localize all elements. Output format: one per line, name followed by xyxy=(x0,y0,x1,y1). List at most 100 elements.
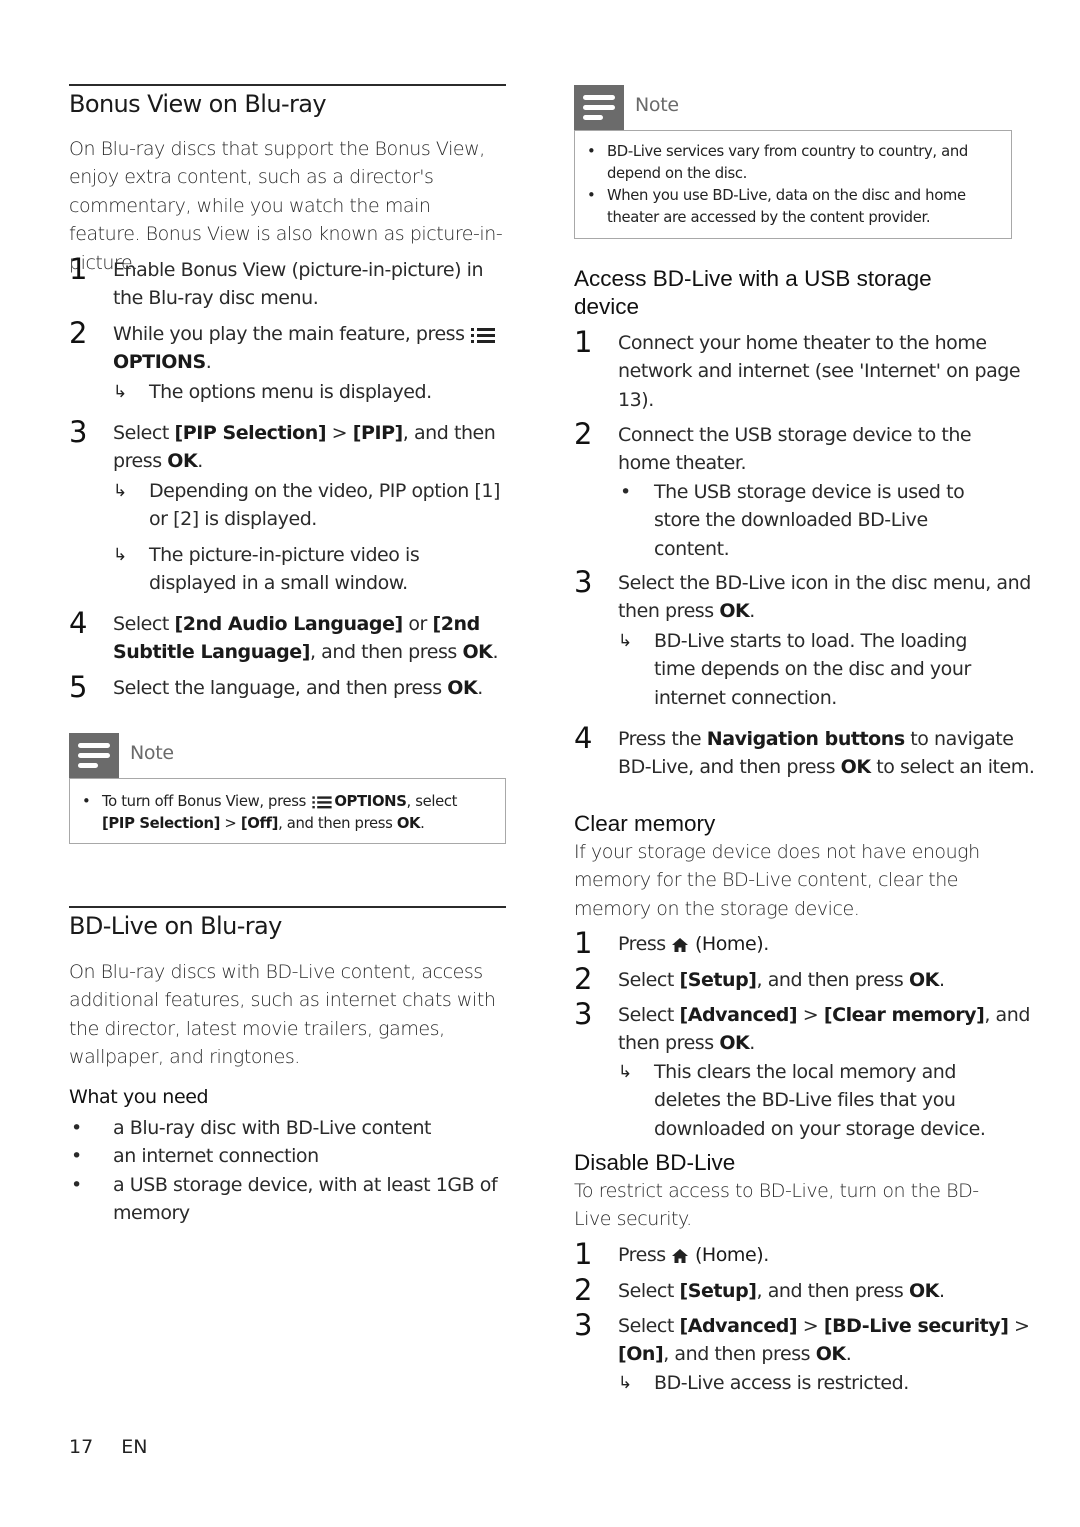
step-text: to select an item. xyxy=(876,756,1035,779)
result-arrow-icon: ↳ xyxy=(618,630,632,651)
step-text: While you play the main feature, press xyxy=(113,323,465,345)
ok-label: OK xyxy=(167,450,198,473)
bonus-step-4: 4 Select [2nd Audio Language] or [2nd Su… xyxy=(69,606,513,667)
page-footer: 17 EN xyxy=(69,1436,169,1458)
step-number: 2 xyxy=(69,316,88,350)
step-text: , and then press xyxy=(756,969,904,991)
bullet: • xyxy=(71,1173,82,1196)
note-item: • When you use BD-Live, data on the disc … xyxy=(587,185,997,229)
step-text: Select xyxy=(618,969,674,991)
punct: . xyxy=(477,677,483,699)
need-text: a Blu-ray disc with BD-Live content xyxy=(113,1117,432,1139)
clear-step-2: 2 Select [Setup], and then press OK. xyxy=(574,962,1038,996)
bd-live-note: Note • BD-Live services vary from country… xyxy=(574,85,1012,239)
step-number: 1 xyxy=(574,325,593,359)
note-header: Note xyxy=(574,85,1012,130)
note-text: When you use BD-Live, data on the disc a… xyxy=(607,187,966,226)
step-number: 2 xyxy=(574,962,593,996)
bullet: • xyxy=(620,480,631,503)
punct: . xyxy=(749,1032,755,1055)
note-label: Note xyxy=(130,742,174,764)
bullet: • xyxy=(587,187,596,204)
options-label: OPTIONS xyxy=(113,351,206,374)
note-text: To turn off Bonus View, press xyxy=(102,793,306,810)
menu-advanced: [Advanced] xyxy=(679,1004,798,1026)
note-label: Note xyxy=(635,94,679,116)
step-text: Connect the USB storage device to the ho… xyxy=(618,424,972,475)
step-number: 1 xyxy=(574,1237,593,1271)
note-text: , and then press xyxy=(278,815,393,832)
step-number: 1 xyxy=(574,926,593,960)
section-rule xyxy=(69,84,506,86)
options-icon xyxy=(312,796,332,809)
result-arrow-icon: ↳ xyxy=(113,480,127,501)
separator: > xyxy=(802,1004,819,1026)
need-text: an internet connection xyxy=(113,1145,319,1168)
ok-label: OK xyxy=(719,1032,750,1055)
step-result: ↳ BD-Live access is restricted. xyxy=(618,1369,1056,1397)
ok-label: OK xyxy=(815,1343,846,1366)
menu-pip-selection: [PIP Selection] xyxy=(174,422,327,444)
menu-pip-selection: [PIP Selection] xyxy=(102,815,221,832)
step-number: 3 xyxy=(69,415,88,449)
step-result: ↳ BD-Live starts to load. The loading ti… xyxy=(618,627,999,712)
punct: . xyxy=(420,815,425,832)
bonus-step-2: 2 While you play the main feature, press… xyxy=(69,316,513,406)
menu-2nd-audio: [2nd Audio Language] xyxy=(174,613,404,635)
menu-pip: [PIP] xyxy=(352,422,403,444)
page-language: EN xyxy=(121,1436,148,1458)
punct: . xyxy=(763,933,769,955)
step-text: Select xyxy=(618,1004,674,1026)
ok-label: OK xyxy=(908,969,939,991)
step-bullet: • The USB storage device is used to stor… xyxy=(618,478,974,563)
clear-step-3: 3 Select [Advanced] > [Clear memory], an… xyxy=(574,997,1056,1143)
usb-step-3: 3 Select the BD-Live icon in the disc me… xyxy=(574,565,1038,712)
separator: > xyxy=(331,422,348,444)
step-text: , and then press xyxy=(309,641,457,664)
need-text: a USB storage device, with at least 1GB … xyxy=(113,1173,498,1225)
bonus-step-1: 1 Enable Bonus View (picture-in-picture)… xyxy=(69,252,513,313)
needs-list: • a Blu-ray disc with BD-Live content • an… xyxy=(69,1114,506,1228)
bullet-text: The USB storage device is used to store … xyxy=(654,480,965,560)
step-text: Enable Bonus View (picture-in-picture) i… xyxy=(113,259,484,310)
note-icon xyxy=(69,733,119,778)
step-number: 5 xyxy=(69,670,88,704)
punct: . xyxy=(749,600,755,623)
punct: . xyxy=(938,1280,945,1302)
punct: . xyxy=(492,641,499,664)
clear-step-1: 1 Press (Home). xyxy=(574,926,1038,960)
step-result: ↳ The options menu is displayed. xyxy=(113,378,513,406)
bullet: • xyxy=(587,143,596,160)
bullet: • xyxy=(71,1117,82,1139)
disable-intro: To restrict access to BD-Live, turn on t… xyxy=(574,1180,979,1231)
list-item: • an internet connection xyxy=(69,1142,506,1170)
ok-label: OK xyxy=(840,756,871,779)
note-icon xyxy=(574,85,624,130)
note-item: • BD-Live services vary from country to c… xyxy=(587,141,997,185)
menu-on: [On] xyxy=(618,1343,664,1366)
bonus-note: Note • To turn off Bonus View, press OPT… xyxy=(69,733,506,844)
note-header: Note xyxy=(69,733,506,778)
step-text: Select the BD-Live icon in the disc menu… xyxy=(618,572,1031,623)
disable-step-2: 2 Select [Setup], and then press OK. xyxy=(574,1273,1038,1307)
navigation-buttons-label: Navigation buttons xyxy=(706,728,905,750)
bonus-view-title: Bonus View on Blu-ray xyxy=(69,90,327,118)
section-rule xyxy=(69,906,506,908)
punct: . xyxy=(205,351,212,374)
result-text: BD-Live starts to load. The loading time… xyxy=(654,629,971,709)
separator: > xyxy=(224,815,237,832)
result-text: Depending on the video, PIP option [1] o… xyxy=(149,479,500,531)
usb-step-4: 4 Press the Navigation buttons to naviga… xyxy=(574,721,1038,782)
menu-setup: [Setup] xyxy=(679,1280,757,1302)
step-text: Press xyxy=(618,1244,666,1266)
disable-bd-live-title: Disable BD-Live xyxy=(574,1150,736,1175)
options-label: OPTIONS xyxy=(334,793,407,810)
bd-live-title: BD-Live on Blu-ray xyxy=(69,912,282,940)
punct: . xyxy=(845,1343,852,1366)
home-label: (Home) xyxy=(694,933,764,955)
result-arrow-icon: ↳ xyxy=(618,1372,632,1393)
usb-step-2: 2 Connect the USB storage device to the … xyxy=(574,417,1018,563)
step-number: 3 xyxy=(574,1308,593,1342)
note-body: • To turn off Bonus View, press OPTIONS,… xyxy=(69,778,506,844)
step-text: , and then press xyxy=(756,1280,904,1302)
